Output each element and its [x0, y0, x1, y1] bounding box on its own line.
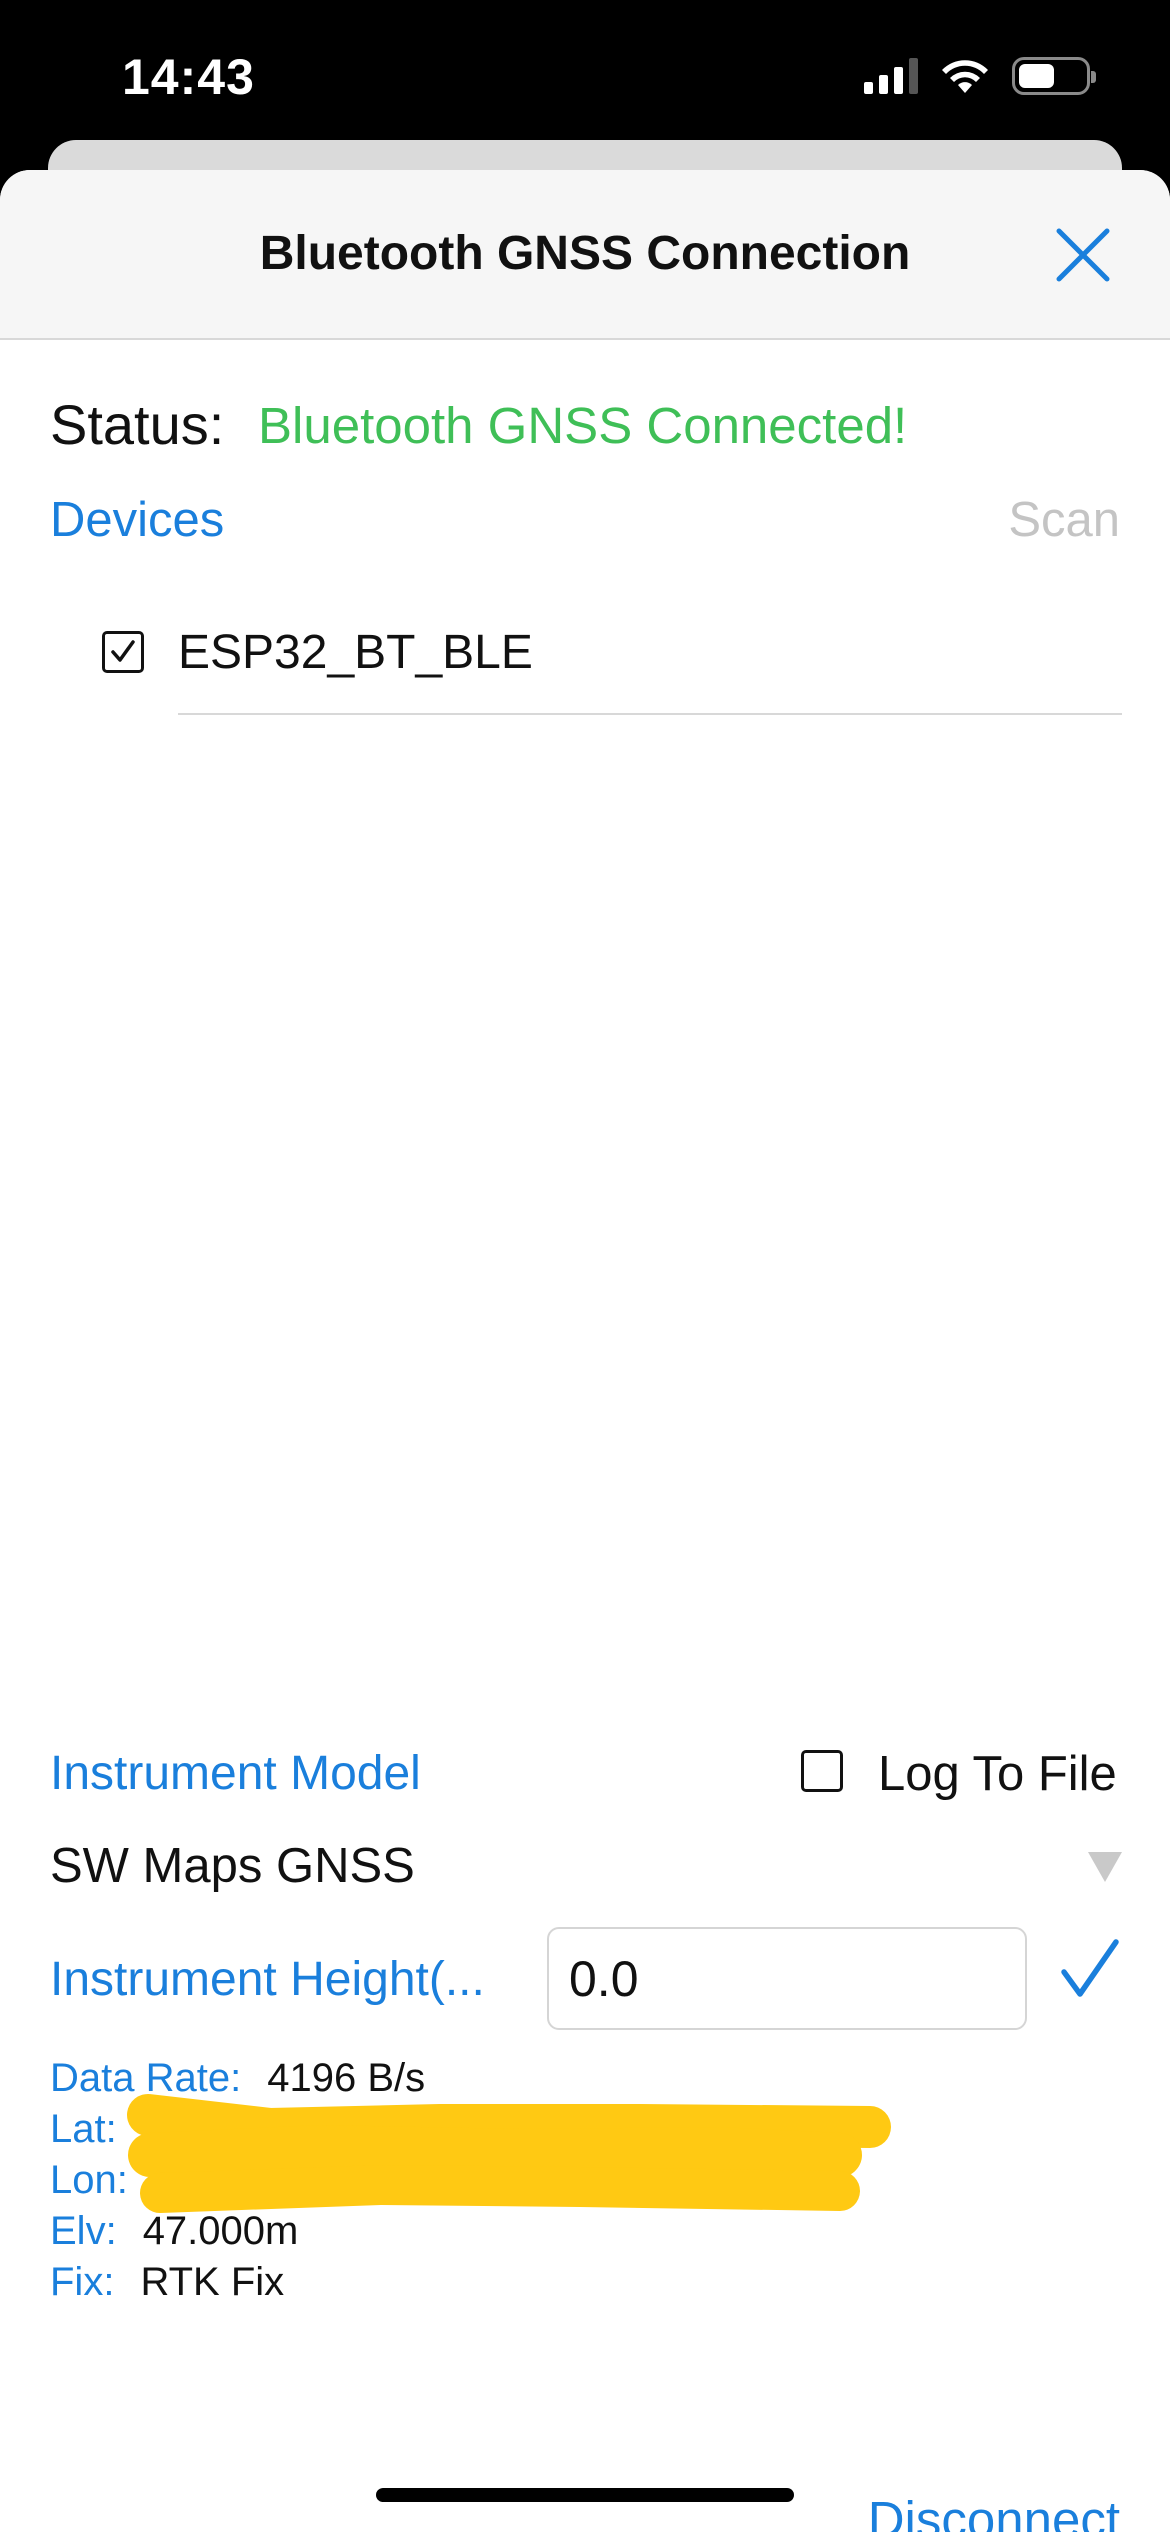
dropdown-arrow-icon[interactable] — [1088, 1852, 1122, 1882]
log-to-file-label[interactable]: Log To File — [878, 1746, 1117, 1802]
device-list-item[interactable]: ESP32_BT_BLE — [100, 605, 1122, 715]
signal-bars-icon — [864, 58, 918, 94]
checkmark-icon — [111, 640, 135, 662]
instrument-model-select[interactable]: SW Maps GNSS — [50, 1838, 415, 1894]
status-label: Status: — [50, 393, 225, 456]
sheet-title: Bluetooth GNSS Connection — [259, 227, 911, 280]
sheet-header: Bluetooth GNSS Connection — [0, 170, 1170, 340]
instrument-height-label: Instrument Height(... — [50, 1953, 485, 2006]
battery-level — [1019, 64, 1055, 88]
fix-label: Fix: — [50, 2260, 115, 2304]
close-icon — [1056, 228, 1110, 282]
elv-label: Elv: — [50, 2209, 117, 2253]
redaction-scribble — [127, 2094, 891, 2213]
checkmark-icon — [1061, 1939, 1119, 1997]
devices-header[interactable]: Devices — [50, 492, 224, 548]
device-name: ESP32_BT_BLE — [178, 626, 533, 679]
apply-height-button[interactable] — [1060, 1938, 1120, 2005]
divider — [178, 713, 1122, 715]
wifi-icon — [942, 60, 988, 93]
log-to-file-checkbox[interactable] — [801, 1750, 843, 1792]
status-bar: 14:43 — [0, 0, 1170, 150]
lon-label: Lon: — [50, 2158, 128, 2202]
device-checkbox[interactable] — [102, 631, 144, 673]
clock: 14:43 — [122, 49, 255, 105]
close-button[interactable] — [1048, 220, 1118, 290]
lat-label: Lat: — [50, 2107, 117, 2151]
gnss-connection-sheet: Bluetooth GNSS Connection Status: Blueto… — [0, 170, 1170, 2532]
instrument-model-label: Instrument Model — [50, 1747, 421, 1800]
disconnect-button[interactable]: Disconnect — [868, 2490, 1120, 2532]
lat-row: Lat: — [50, 2107, 117, 2152]
home-indicator — [376, 2488, 794, 2502]
scan-button[interactable]: Scan — [1008, 492, 1120, 548]
instrument-height-input[interactable] — [547, 1927, 1027, 2030]
battery-icon — [1012, 57, 1096, 95]
status-value: Bluetooth GNSS Connected! — [258, 397, 908, 454]
status-icons — [864, 56, 1096, 96]
lon-row: Lon: — [50, 2158, 128, 2203]
